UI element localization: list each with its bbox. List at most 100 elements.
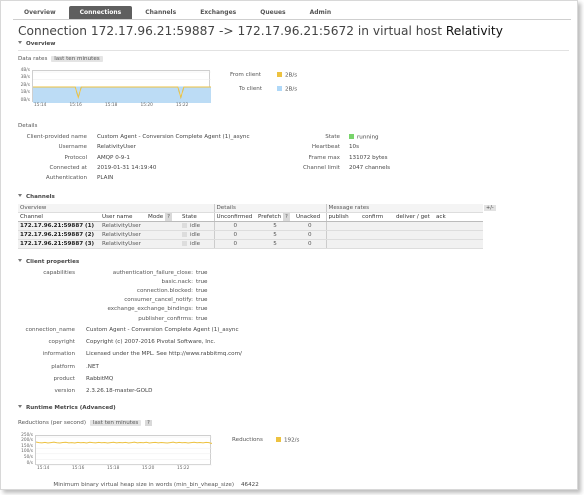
reductions-help-icon[interactable]: ?: [145, 420, 152, 426]
legend-from-client: From client: [230, 72, 261, 78]
client-properties-section-toggle[interactable]: Client properties: [18, 259, 79, 265]
detail-key: Frame max: [308, 154, 340, 161]
page-title-prefix: Connection 172.17.96.21:59887 -> 172.17.…: [18, 24, 443, 38]
detail-value: Custom Agent - Conversion Complete Agent…: [97, 134, 250, 140]
runtime-metrics-section-toggle[interactable]: Runtime Metrics (Advanced): [18, 405, 116, 411]
property-value: .NET: [86, 363, 99, 370]
details-heading: Details: [18, 123, 38, 129]
reductions-swatch: [276, 437, 281, 442]
detail-key: Username: [58, 144, 87, 151]
detail-key: Connected at: [49, 164, 87, 171]
y-tick-label: 200/s: [21, 438, 33, 444]
prefetch-help-icon[interactable]: ?: [283, 213, 290, 221]
tab-connections[interactable]: Connections: [68, 6, 133, 19]
property-key: copyright: [48, 339, 75, 346]
y-tick-label: 4B/s: [20, 67, 30, 73]
reductions-range-selector[interactable]: last ten minutes: [89, 420, 142, 426]
detail-value-text: 2047 channels: [349, 164, 391, 171]
channels-section-toggle[interactable]: Channels: [18, 194, 55, 200]
col-publish[interactable]: publish: [325, 212, 360, 222]
y-tick-label: 150/s: [21, 443, 33, 449]
detail-value-text: 10s: [349, 144, 360, 151]
idle-indicator: [182, 231, 187, 237]
client-properties-heading: Client properties: [26, 259, 80, 265]
detail-key: Protocol: [64, 154, 87, 161]
heap-size-value: 46422: [241, 482, 259, 488]
x-tick-label: 15:20: [140, 103, 153, 108]
table-row[interactable]: 172.17.96.21:59887 (1) RelativityUser idle…: [18, 221, 483, 231]
col-ack[interactable]: ack: [434, 212, 483, 222]
reductions-label-line: Reductions (per second) last ten minutes…: [18, 420, 152, 426]
from-client-swatch: [277, 72, 282, 77]
legend-reductions-value: 192/s: [276, 437, 299, 444]
x-tick-label: 15:16: [72, 466, 85, 471]
columns-toggle-button[interactable]: +/-: [484, 205, 496, 211]
vhost-name: Relativity: [445, 24, 503, 38]
table-row[interactable]: 172.17.96.21:59887 (2) RelativityUser idle…: [18, 230, 483, 240]
col-mode[interactable]: Mode?: [146, 212, 180, 222]
from-client-rate: 2B/s: [285, 72, 298, 79]
y-tick-label: 0/s: [26, 460, 33, 466]
col-unacked[interactable]: Unacked: [294, 212, 326, 222]
channel-confirm-rate: [360, 221, 394, 231]
channel-ack-rate: [434, 221, 483, 231]
channel-unacked: 0: [294, 239, 326, 249]
group-overview: Overview: [18, 204, 214, 213]
property-value: RabbitMQ: [86, 375, 114, 382]
legend-from-client-value: 2B/s: [277, 72, 297, 79]
property-value: Copyright (c) 2007-2016 Pivotal Software…: [86, 339, 216, 346]
col-user-name[interactable]: User name: [100, 212, 146, 222]
channel-unconfirmed: 0: [213, 239, 256, 249]
channels-heading: Channels: [26, 194, 55, 200]
capability-key: basic.nack:: [161, 279, 193, 286]
capability-key: publisher_confirms:: [138, 315, 193, 322]
capability-value: true: [196, 297, 208, 304]
channel-state: idle: [180, 221, 214, 231]
channel-prefetch: 5: [256, 230, 294, 240]
col-deliver-get[interactable]: deliver / get: [394, 212, 434, 222]
tab-channels[interactable]: Channels: [134, 6, 187, 19]
col-state[interactable]: State: [180, 212, 214, 222]
legend-reductions-label: Reductions: [232, 437, 263, 443]
col-channel[interactable]: Channel: [18, 212, 100, 222]
capability-key: connection.blocked:: [136, 288, 193, 295]
heap-size-label: Minimum binary virtual heap size in word…: [53, 482, 234, 488]
detail-value: 10s: [349, 144, 359, 150]
capability-key: authentication_failure_close:: [112, 270, 193, 276]
reductions-plot: [35, 436, 213, 466]
channel-mode: [146, 221, 180, 231]
nav-divider: [13, 19, 571, 20]
detail-value-text: 131072 bytes: [349, 154, 388, 161]
overview-section-toggle[interactable]: Overview: [18, 41, 55, 47]
tab-overview[interactable]: Overview: [13, 6, 67, 19]
y-tick-label: 250/s: [21, 432, 33, 438]
channel-name-link[interactable]: 172.17.96.21:59887 (3): [18, 239, 100, 249]
channel-name-link[interactable]: 172.17.96.21:59887 (1): [18, 221, 100, 231]
property-key: product: [53, 375, 75, 382]
tab-admin[interactable]: Admin: [299, 6, 343, 19]
tab-exchanges[interactable]: Exchanges: [189, 6, 247, 19]
detail-key: State: [325, 134, 340, 140]
detail-key: Channel limit: [302, 164, 340, 171]
tab-queues[interactable]: Queues: [249, 6, 296, 19]
col-prefetch[interactable]: Prefetch?: [256, 212, 294, 222]
property-key: platform: [51, 363, 75, 370]
range-selector[interactable]: last ten minutes: [51, 56, 103, 62]
channel-name-link[interactable]: 172.17.96.21:59887 (2): [18, 230, 100, 240]
channels-column-header: Channel User name Mode? State Unconfirme…: [18, 212, 483, 222]
col-confirm[interactable]: confirm: [360, 212, 394, 222]
mode-help-icon[interactable]: ?: [165, 213, 172, 221]
detail-value: 131072 bytes: [349, 155, 388, 161]
table-row[interactable]: 172.17.96.21:59887 (3) RelativityUser idle…: [18, 239, 483, 249]
channel-mode: [146, 230, 180, 240]
x-tick-label: 15:18: [107, 466, 120, 471]
capability-value: true: [196, 315, 208, 322]
main-nav: Overview Connections Channels Exchanges …: [13, 6, 344, 19]
legend-from-client-label: From client: [230, 72, 261, 78]
idle-indicator: [182, 240, 187, 246]
channel-unacked: 0: [294, 221, 326, 231]
page: Overview Connections Channels Exchanges …: [0, 0, 578, 490]
legend-to-client: To client: [239, 86, 262, 92]
channel-publish-rate: [325, 230, 360, 240]
col-unconfirmed[interactable]: Unconfirmed: [213, 212, 256, 222]
